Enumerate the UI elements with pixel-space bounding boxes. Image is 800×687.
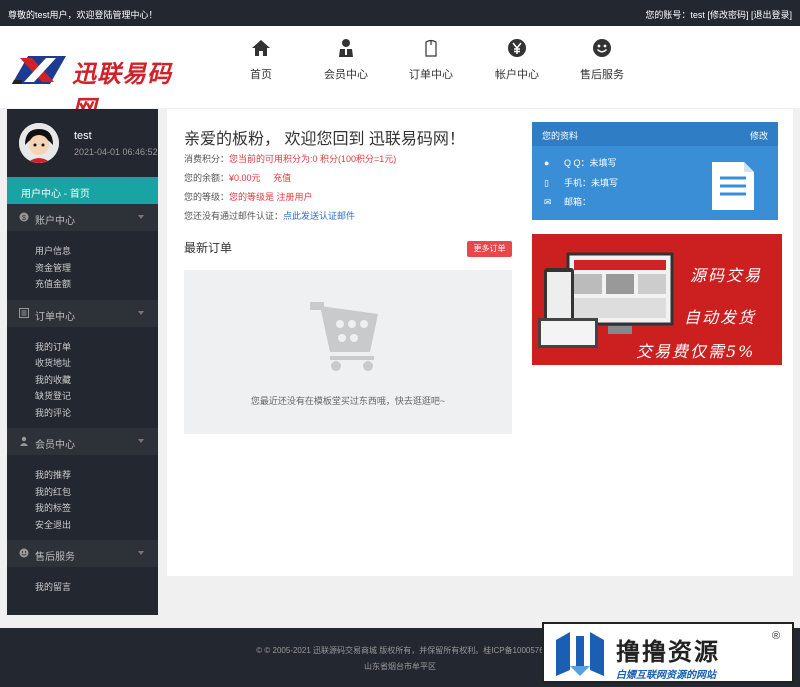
welcome-heading: 亲爱的板粉， 欢迎您回到 迅联易码网！ — [184, 131, 465, 148]
nav-account[interactable]: 帐户中心 — [482, 38, 552, 82]
qq-icon: ● — [544, 158, 550, 168]
sidebar-item-red-packet[interactable]: 我的红包 — [35, 485, 158, 502]
smile-icon — [593, 39, 611, 57]
email-verify-row: 您还没有通过邮件认证：点此发送认证邮件 — [184, 211, 356, 221]
chevron-down-icon — [138, 215, 144, 219]
recharge-link[interactable]: 充值 — [273, 173, 291, 183]
user-profile: test 2021-04-01 06:46:52 — [7, 109, 158, 177]
logout-link[interactable]: [退出登录] — [751, 10, 792, 20]
promo-banner[interactable]: 源码交易 自动发货 交易费仅需5% — [532, 234, 782, 365]
promo-line-3: 交易费仅需5% — [636, 342, 756, 361]
sidebar-item-my-orders[interactable]: 我的订单 — [35, 340, 158, 357]
document-icon — [712, 162, 754, 210]
orders-empty-state: 您最近还没有在模板堂买过东西哦，快去逛逛吧~ — [184, 270, 512, 434]
main-panel: 亲爱的板粉， 欢迎您回到 迅联易码网！ 消费积分：您当前的可用积分为:0 积分(… — [167, 109, 793, 576]
promo-line-2: 自动发货 — [684, 308, 757, 327]
balance-row: 您的余额：¥0.00元 充值 — [184, 173, 292, 183]
avatar — [19, 123, 59, 163]
sidebar-item-stockout[interactable]: 缺货登记 — [35, 389, 158, 406]
nav-member[interactable]: 会员中心 — [311, 38, 381, 82]
user-icon — [20, 436, 28, 446]
home-icon — [252, 40, 270, 56]
phone-row: ▯ 手机：未填写 — [544, 178, 619, 188]
sidebar-sublist-service: 我的留言 — [7, 567, 158, 603]
sidebar-item-favorites[interactable]: 我的收藏 — [35, 373, 158, 390]
list-icon — [19, 307, 29, 318]
watermark-title: 撸撸资源 — [616, 639, 720, 666]
chevron-down-icon — [138, 310, 144, 315]
sidebar-item-home[interactable]: 用户中心 - 首页 — [7, 177, 158, 204]
edit-profile-link[interactable]: 修改 — [750, 129, 768, 142]
sidebar-item-recharge[interactable]: 充值金额 — [35, 277, 158, 294]
qq-row: ● Q Q：未填写 — [544, 158, 617, 168]
order-icon — [425, 39, 437, 57]
member-icon — [339, 39, 353, 57]
shopping-cart-icon — [310, 302, 378, 371]
last-login-time: 2021-04-01 06:46:52 — [74, 147, 158, 157]
points-row: 消费积分：您当前的可用积分为:0 积分(100积分=1元) — [184, 154, 397, 164]
recent-orders-title: 最新订单 — [184, 241, 233, 255]
profile-card-header: 您的资料 修改 — [532, 122, 778, 146]
empty-orders-text: 您最近还没有在模板堂买过东西哦，快去逛逛吧~ — [250, 396, 446, 406]
chevron-down-icon — [138, 551, 144, 555]
sidebar-item-comments[interactable]: 我的评论 — [35, 406, 158, 423]
sidebar-item-user-info[interactable]: 用户信息 — [35, 244, 158, 261]
account-name: 您的账号：test — [645, 10, 705, 20]
site-header: 迅联易码网 首页 会员中心 订单中心 帐户中心 售后服务 — [0, 26, 800, 123]
smile-icon — [19, 548, 29, 558]
dollar-circle-icon: $ — [19, 212, 29, 222]
yen-coin-icon — [508, 39, 526, 57]
nav-service[interactable]: 售后服务 — [567, 38, 637, 82]
sidebar-sublist-member: 我的推荐 我的红包 我的标签 安全退出 — [7, 455, 158, 540]
profile-card-title: 您的资料 — [542, 131, 579, 141]
sidebar-group-service[interactable]: 售后服务 — [7, 540, 158, 567]
sidebar-item-logout[interactable]: 安全退出 — [35, 518, 158, 535]
watermark-overlay: 撸撸资源 ® 白嫖互联网资源的网站 — [542, 622, 794, 683]
sidebar-item-messages[interactable]: 我的留言 — [35, 580, 158, 597]
avatar-cartoon-icon — [19, 123, 59, 163]
points-value: 您当前的可用积分为:0 积分(100积分=1元) — [229, 154, 397, 164]
greeting-text: 尊敬的test用户，欢迎登陆管理中心！ — [8, 10, 158, 20]
registered-mark: ® — [772, 630, 781, 642]
sidebar-group-orders[interactable]: 订单中心 — [7, 299, 158, 327]
sidebar-item-funds[interactable]: 资金管理 — [35, 261, 158, 278]
mail-icon: ✉ — [544, 197, 552, 207]
nav-orders[interactable]: 订单中心 — [396, 38, 466, 82]
change-password-link[interactable]: [修改密码] — [707, 10, 748, 20]
sidebar-sublist-orders: 我的订单 收货地址 我的收藏 缺货登记 我的评论 — [7, 327, 158, 429]
sidebar-item-tags[interactable]: 我的标签 — [35, 501, 158, 518]
phone-icon: ▯ — [544, 178, 549, 188]
account-links: 您的账号：test [修改密码] [退出登录] — [645, 8, 792, 21]
sidebar-group-account[interactable]: $ 账户中心 — [7, 204, 158, 231]
site-logo[interactable]: 迅联易码网 — [10, 52, 185, 123]
balance-value: ¥0.00元 — [229, 173, 261, 183]
logo-x-icon — [12, 56, 66, 84]
profile-card: 您的资料 修改 ● Q Q：未填写 ▯ 手机：未填写 ✉ 邮箱： — [532, 122, 778, 220]
watermark-subtitle: 白嫖互联网资源的网站 — [616, 670, 716, 681]
chevron-down-icon — [138, 439, 144, 443]
level-value: 您的等级是 注册用户 — [229, 192, 313, 202]
nav-home[interactable]: 首页 — [226, 38, 296, 82]
sidebar-sublist-account: 用户信息 资金管理 充值金额 — [7, 231, 158, 300]
sidebar-group-member[interactable]: 会员中心 — [7, 428, 158, 455]
promo-line-1: 源码交易 — [690, 266, 763, 285]
email-row: ✉ 邮箱： — [544, 197, 592, 207]
more-orders-button[interactable]: 更多订单 — [467, 241, 512, 257]
watermark-logo-icon — [556, 632, 604, 676]
sidebar-item-referral[interactable]: 我的推荐 — [35, 468, 158, 485]
level-row: 您的等级：您的等级是 注册用户 — [184, 192, 313, 202]
send-verify-email-link[interactable]: 点此发送认证邮件 — [283, 211, 355, 221]
top-bar: 尊敬的test用户，欢迎登陆管理中心！ 您的账号：test [修改密码] [退出… — [0, 0, 800, 26]
sidebar-item-address[interactable]: 收货地址 — [35, 356, 158, 373]
sidebar: test 2021-04-01 06:46:52 用户中心 - 首页 $ 账户中… — [7, 109, 158, 615]
username: test — [74, 130, 92, 142]
svg-text:$: $ — [22, 215, 26, 222]
